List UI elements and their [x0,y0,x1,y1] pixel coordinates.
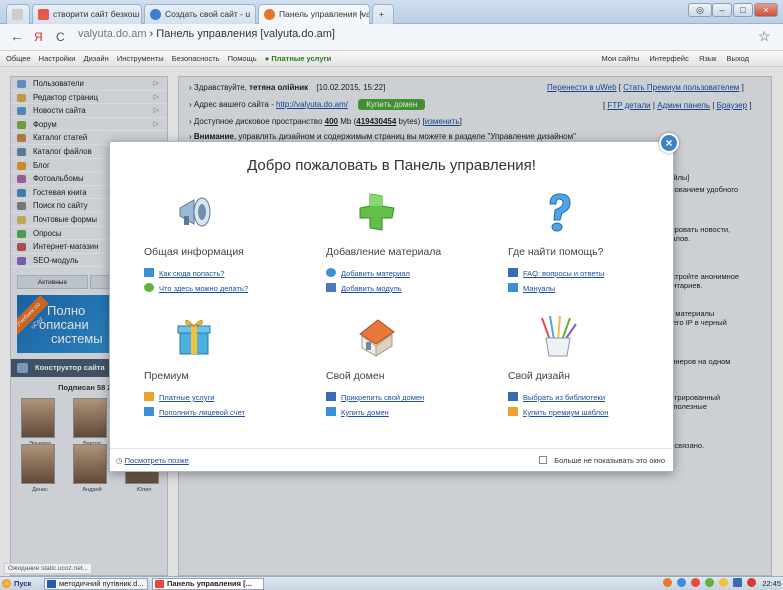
bookmark-star-icon[interactable]: ☆ [758,28,771,45]
maximize-button[interactable]: □ [733,3,753,17]
green-plus-icon [359,193,395,231]
plus-circle-icon [326,268,336,277]
section-title: Общая информация [144,246,244,258]
section-title: Свой домен [326,370,385,382]
brushes-in-cup-icon [541,315,577,357]
how-to-get-here-link[interactable]: Как сюда попасть? [144,268,224,278]
top-up-account-link[interactable]: Пополнить лицевой счет [144,407,245,417]
section-title: Добавление материала [326,246,442,258]
menu-help[interactable]: Помощь [228,54,257,63]
tray-app-icon[interactable] [718,578,728,587]
taskbar-word-doc[interactable]: методичний путівник.d... [44,578,148,590]
paid-services-link[interactable]: Платные услуги [144,392,214,402]
minimize-button[interactable]: – [712,3,732,17]
windows-taskbar: Пуск методичний путівник.d... Панель упр… [0,576,783,590]
start-button[interactable]: Пуск [2,577,31,590]
cart-icon [508,407,518,416]
section-title: Премиум [144,370,189,382]
taskbar-browser[interactable]: Панель управления [... [152,578,264,590]
tab-favicon-icon [38,9,49,20]
section-title: Свой дизайн [508,370,570,382]
megaphone-icon [179,197,211,227]
tab-3-active[interactable]: Панель управления [va × [258,4,370,24]
tab-2[interactable]: Создать свой сайт - u [144,4,256,24]
buy-premium-template-link[interactable]: Купить премиум шаблон [508,407,608,417]
clock: 22:45 [762,579,781,588]
gear-icon [144,283,154,292]
window-menu-button[interactable]: ◎ [688,3,712,17]
tab-1[interactable]: створити сайт безкош [32,4,142,24]
what-can-do-link[interactable]: Что здесь можно делать? [144,283,248,293]
manuals-link[interactable]: Мануалы [508,283,555,293]
globe-icon [326,407,336,416]
address-bar: ← Я C valyuta.do.am › Панель управления … [0,24,783,51]
tray-app-icon[interactable] [704,578,714,587]
dont-show-again[interactable]: Больше не показывать это окно [539,456,665,465]
word-icon [47,580,56,588]
browser-tab-bar: створити сайт безкош Создать свой сайт -… [0,0,783,24]
menu-paid-services[interactable]: ● Платные услуги [265,54,332,63]
ucoz-favicon-icon [150,9,161,20]
grid-icon [508,392,518,401]
section-title: Где найти помощь? [508,246,604,258]
attach-domain-link[interactable]: Прикрепить свой домен [326,392,424,402]
my-sites-link[interactable]: Мои сайты [602,54,640,63]
clock-icon: ◷ [116,456,123,465]
refresh-icon[interactable]: C [56,30,65,44]
pin-icon [326,392,336,401]
url-host: valyuta.do.am [78,28,147,40]
tray-app-icon[interactable] [662,578,672,587]
close-tab-icon[interactable]: × [359,5,364,23]
add-material-link[interactable]: Добавить материал [326,268,410,278]
url-title: Панель управления [valyuta.do.am] [156,28,335,40]
house-icon [359,319,395,357]
menu-general[interactable]: Общее [6,54,31,63]
add-module-link[interactable]: Добавить модуль [326,283,402,293]
tray-app-icon[interactable] [676,578,686,587]
modal-close-button[interactable]: × [659,133,679,153]
new-tab-button[interactable]: + [372,4,394,24]
book-icon [508,283,518,292]
back-arrow-icon[interactable]: ← [10,28,24,44]
welcome-modal: Добро пожаловать в Панель управления! Об… [109,141,674,472]
system-tray: 22:45 [660,577,781,590]
tray-warning-icon[interactable] [747,578,757,587]
buy-domain-link[interactable]: Купить домен [326,407,389,417]
yandex-icon[interactable]: Я [34,30,43,44]
url-separator: › [149,28,154,40]
yandex-browser-icon [155,580,164,588]
cart-icon [144,392,154,401]
wallet-icon [144,407,154,416]
home-icon [144,268,154,277]
browser-status: Ожидание static.ucoz.net... [4,563,93,574]
site-top-menu: Общее Настройки Дизайн Инструменты Безоп… [0,51,783,67]
url-field[interactable]: valyuta.do.am › Панель управления [valyu… [78,28,335,40]
view-later-link[interactable]: ◷ Посмотреть позже [116,456,189,465]
windows-orb-icon [2,579,11,588]
menu-design[interactable]: Дизайн [84,54,109,63]
close-window-button[interactable]: × [754,3,778,17]
gift-box-icon [177,320,211,355]
menu-settings[interactable]: Настройки [39,54,76,63]
menu-tools[interactable]: Инструменты [117,54,164,63]
faq-link[interactable]: FAQ: вопросы и ответы [508,268,604,278]
modal-footer: ◷ Посмотреть позже Больше не показывать … [110,448,673,472]
menu-security[interactable]: Безопасность [172,54,220,63]
tray-app-icon[interactable] [690,578,700,587]
faq-chat-icon [508,268,518,277]
module-cube-icon [326,283,336,292]
language-indicator-icon[interactable] [733,578,743,587]
interface-link[interactable]: Интерфейс [649,54,689,63]
dont-show-checkbox[interactable] [539,456,548,464]
language-link[interactable]: Язык [699,54,717,63]
logout-link[interactable]: Выход [727,54,749,63]
question-mark-icon [549,193,571,232]
modal-title: Добро пожаловать в Панель управления! [247,157,536,174]
topmenu-right: Мои сайты Интерфейс Язык Выход [594,51,750,66]
ucoz-favicon-icon [264,9,275,20]
choose-library-link[interactable]: Выбрать из библиотеки [508,392,605,402]
tab-empty[interactable] [6,4,30,24]
